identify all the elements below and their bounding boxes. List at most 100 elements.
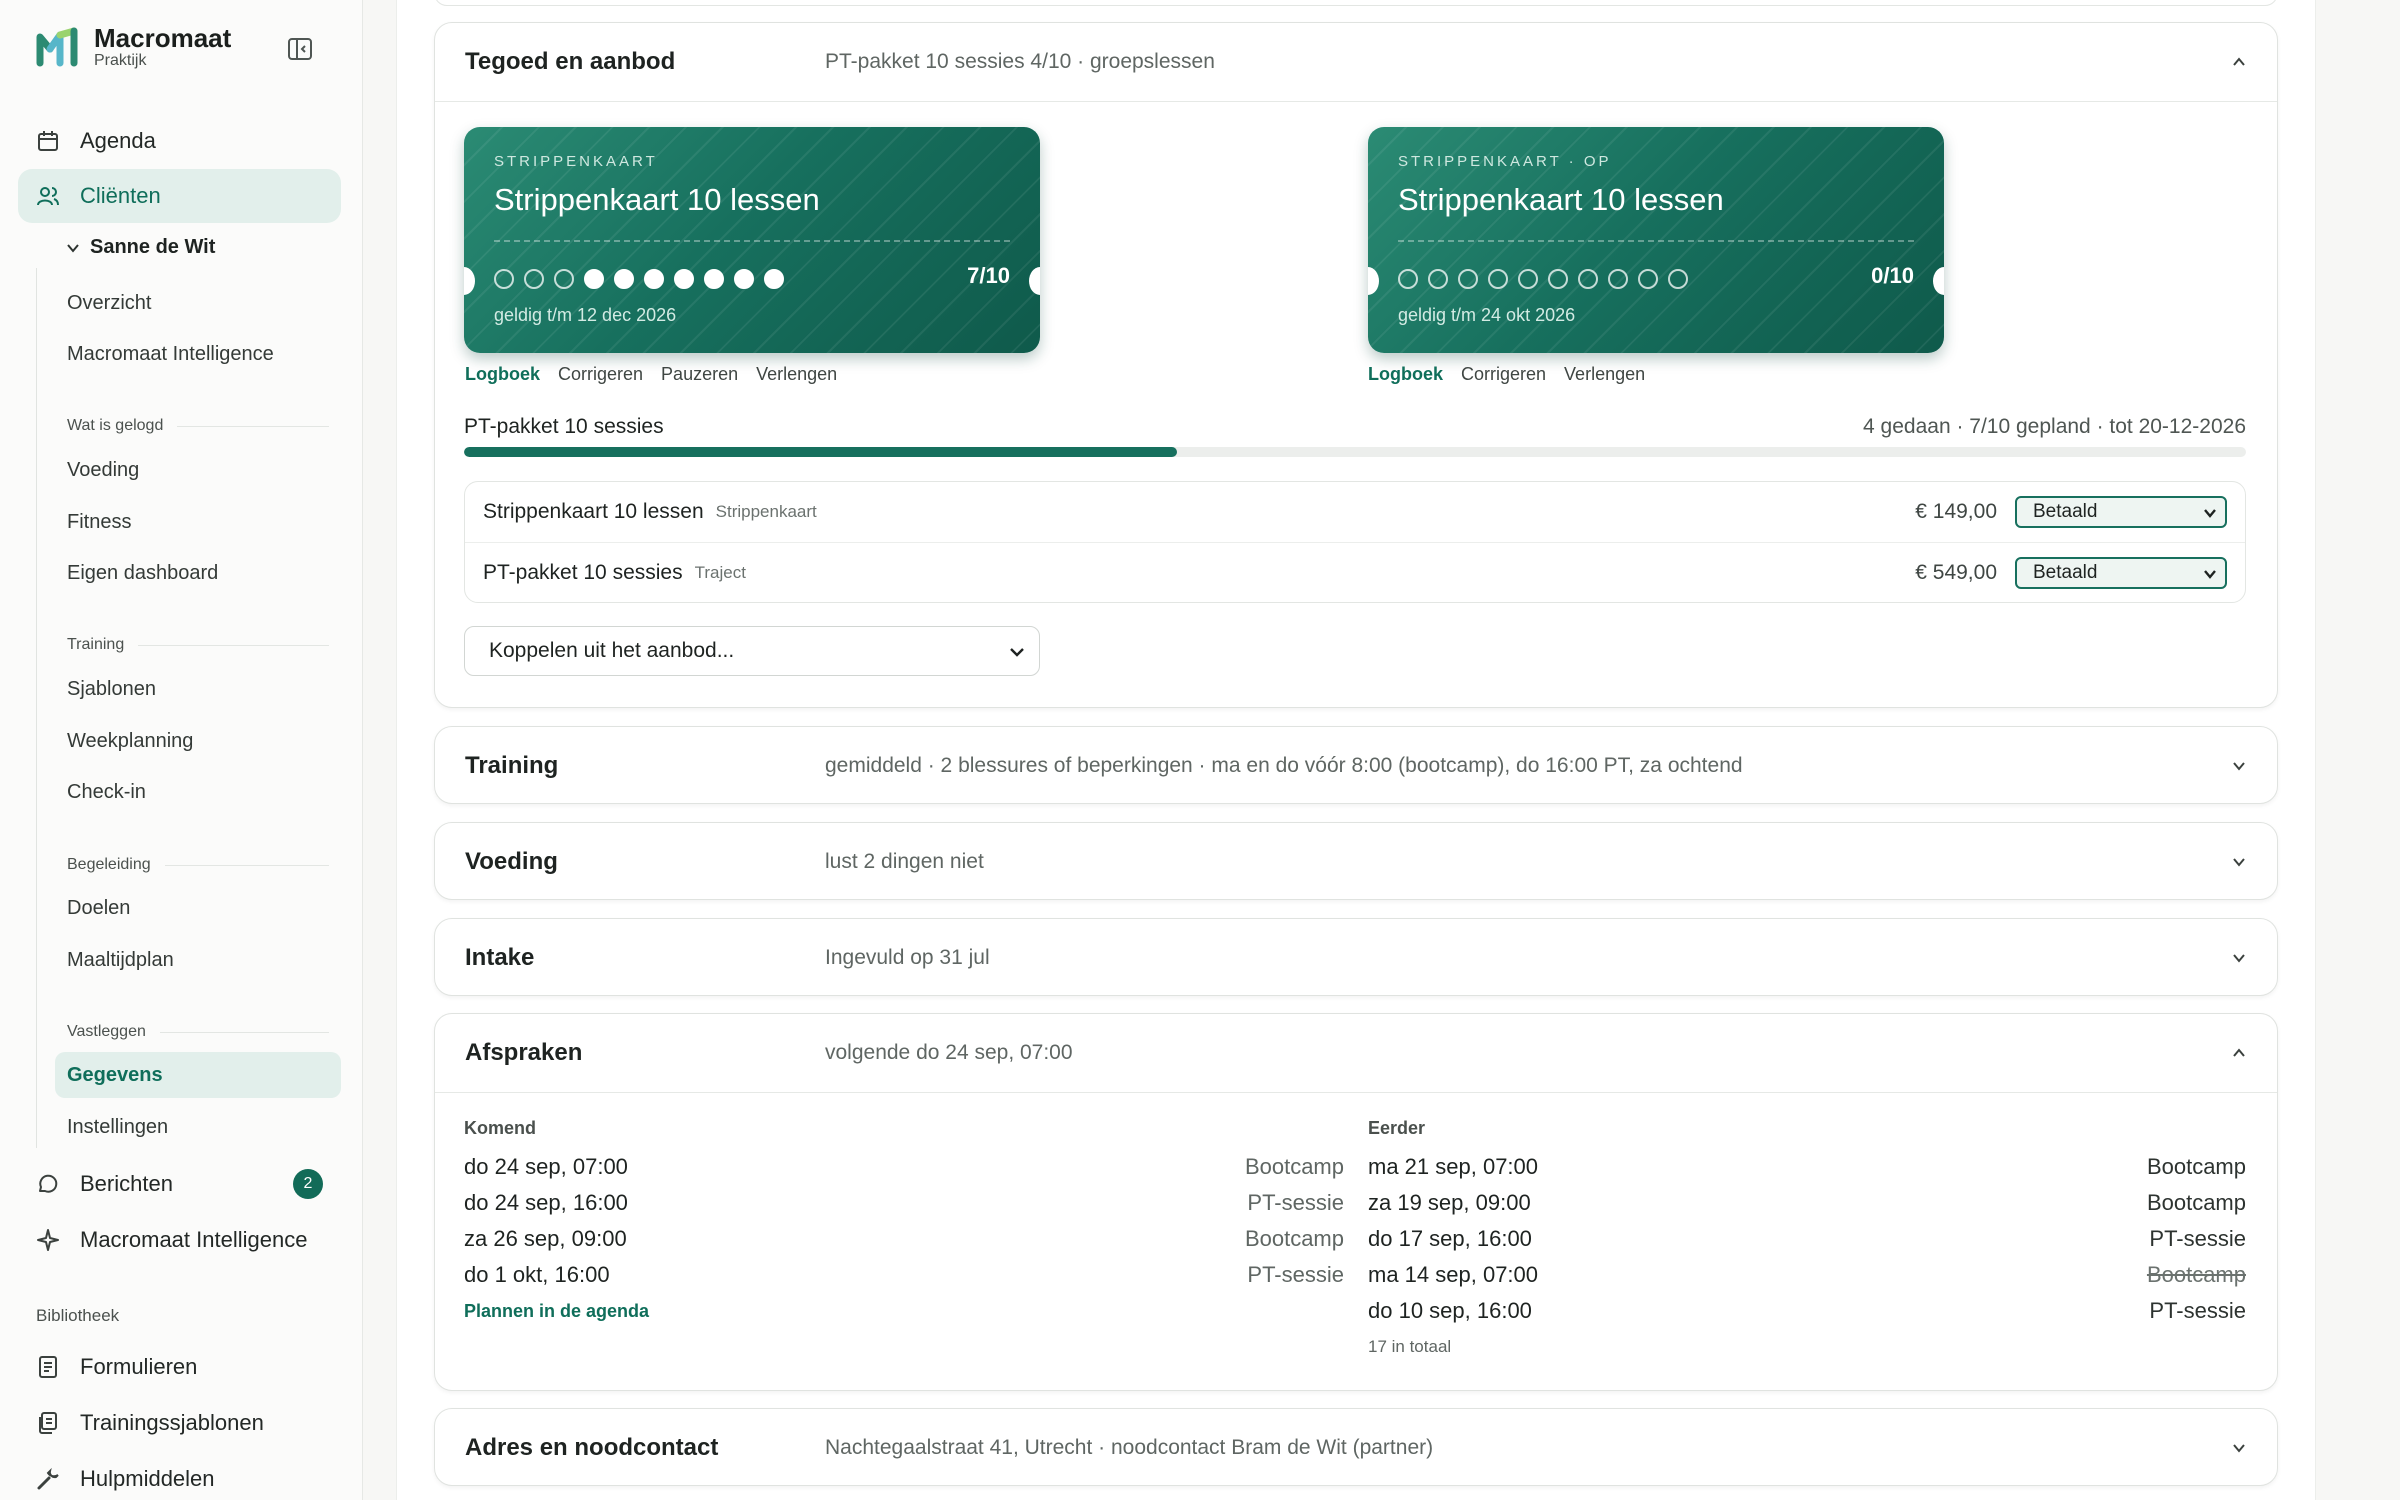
message-icon (39, 1174, 58, 1193)
corrigeren-link[interactable]: Corrigeren (1461, 364, 1546, 385)
payment-status-select[interactable]: Betaald (2015, 556, 2227, 589)
strippenkaart-card[interactable]: STRIPPENKAART Strippenkaart 10 lessen 7/… (464, 127, 1040, 353)
chevron-up-icon[interactable] (2231, 54, 2247, 70)
past-list: ma 21 sep, 07:00 Bootcamp za 19 sep, 09:00… (1368, 1149, 2246, 1329)
verlengen-link[interactable]: Verlengen (756, 364, 837, 385)
panel-afspraken-title: Afspraken (465, 1039, 583, 1066)
order-lines: Strippenkaart 10 lessen Strippenkaart € … (464, 481, 2246, 603)
users-icon (37, 187, 59, 206)
sidebar-item-doelen[interactable]: Doelen (55, 885, 341, 931)
chevron-down-icon[interactable] (2231, 1440, 2247, 1456)
appointment-date: za 19 sep, 09:00 (1368, 1190, 1531, 1215)
nav-intelligence[interactable]: Macromaat Intelligence (18, 1213, 341, 1267)
sidebar-item-weekplanning[interactable]: Weekplanning (55, 718, 341, 764)
punch-used (584, 269, 604, 289)
punch-open (524, 269, 544, 289)
group-label-logged-text: Wat is gelogd (67, 417, 164, 434)
order-line: Strippenkaart 10 lessen Strippenkaart € … (465, 482, 2245, 542)
verlengen-link[interactable]: Verlengen (1564, 364, 1645, 385)
chevron-down-icon[interactable] (2231, 950, 2247, 966)
group-label-logged: Wat is gelogd (67, 417, 329, 435)
panel-intake[interactable]: Intake Ingevuld op 31 jul (434, 918, 2278, 996)
punch-open (1428, 269, 1448, 289)
panel-intake-title: Intake (465, 944, 535, 971)
chevron-down-icon[interactable] (2231, 758, 2247, 774)
sidebar-item-gegevens[interactable]: Gegevens (55, 1052, 341, 1098)
appointment-date: do 24 sep, 07:00 (464, 1154, 628, 1179)
sidebar-item-fitness[interactable]: Fitness (55, 499, 341, 545)
appointments-total: 17 in totaal (1368, 1337, 1452, 1356)
sidebar-item-overview[interactable]: Overzicht (55, 280, 341, 326)
nav-trainingssjablonen-label: Trainingssjablonen (80, 1410, 264, 1435)
punch-open (1488, 269, 1508, 289)
sidebar-item-sjablonen[interactable]: Sjablonen (55, 666, 341, 712)
appointment-row[interactable]: ma 14 sep, 07:00 Bootcamp (1368, 1257, 2246, 1293)
panel-training-header[interactable]: Training gemiddeld · 2 blessures of bepe… (435, 727, 2277, 805)
nav-clients[interactable]: Cliënten (18, 169, 341, 223)
chevron-down-icon (67, 243, 79, 253)
appointment-row[interactable]: do 17 sep, 16:00 PT-sessie (1368, 1221, 2246, 1257)
logboek-link[interactable]: Logboek (465, 364, 540, 385)
panel-adres-title: Adres en noodcontact (465, 1434, 719, 1461)
appointment-row[interactable]: ma 21 sep, 07:00 Bootcamp (1368, 1149, 2246, 1185)
upcoming-list: do 24 sep, 07:00 Bootcamp do 24 sep, 16:00… (464, 1149, 1344, 1293)
nav-formulieren[interactable]: Formulieren (18, 1340, 341, 1394)
nav-agenda[interactable]: Agenda (18, 114, 341, 168)
package-name: PT-pakket 10 sessies (464, 415, 664, 438)
ticket-punches (494, 269, 784, 289)
panel-intake-header[interactable]: Intake Ingevuld op 31 jul (435, 919, 2277, 997)
appointment-row[interactable]: do 24 sep, 07:00 Bootcamp (464, 1149, 1344, 1185)
nav-intelligence-label: Macromaat Intelligence (80, 1227, 308, 1252)
corrigeren-link[interactable]: Corrigeren (558, 364, 643, 385)
appointment-date: do 17 sep, 16:00 (1368, 1226, 1532, 1251)
panel-afspraken-header[interactable]: Afspraken volgende do 24 sep, 07:00 (435, 1014, 2277, 1092)
panel-voeding[interactable]: Voeding lust 2 dingen niet (434, 822, 2278, 900)
brand[interactable]: Macromaat Praktijk (36, 24, 231, 70)
chevron-up-icon[interactable] (2231, 1045, 2247, 1061)
order-line-name: PT-pakket 10 sessies (483, 560, 683, 584)
nav-trainingssjablonen[interactable]: Trainingssjablonen (18, 1396, 341, 1450)
group-label-guidance: Begeleiding (67, 856, 329, 874)
template-icon (39, 1412, 57, 1434)
nav-berichten[interactable]: Berichten 2 (18, 1157, 341, 1211)
appointment-row[interactable]: do 10 sep, 16:00 PT-sessie (1368, 1293, 2246, 1329)
appointment-row[interactable]: za 19 sep, 09:00 Bootcamp (1368, 1185, 2246, 1221)
appointment-row[interactable]: do 24 sep, 16:00 PT-sessie (464, 1185, 1344, 1221)
ticket-kicker: STRIPPENKAART · OP (1398, 153, 1612, 170)
punch-used (644, 269, 664, 289)
sidebar-collapse-icon[interactable] (287, 37, 313, 61)
panel-adres-header[interactable]: Adres en noodcontact Nachtegaalstraat 41… (435, 1409, 2277, 1487)
app-subtitle: Praktijk (94, 52, 147, 69)
appointment-row[interactable]: do 1 okt, 16:00 PT-sessie (464, 1257, 1344, 1293)
panel-voeding-header[interactable]: Voeding lust 2 dingen niet (435, 823, 2277, 901)
chevron-down-icon[interactable] (2231, 854, 2247, 870)
sidebar-item-maaltijdplan[interactable]: Maaltijdplan (55, 937, 341, 983)
plan-in-agenda-link[interactable]: Plannen in de agenda (464, 1301, 1344, 1322)
sidebar-item-instellingen[interactable]: Instellingen (55, 1104, 341, 1150)
chevron-down-icon (2204, 569, 2216, 579)
sidebar-item-intelligence[interactable]: Macromaat Intelligence (55, 331, 341, 377)
sidebar-item-checkin[interactable]: Check-in (55, 769, 341, 815)
sidebar: Macromaat Praktijk Agenda Cliënten Sanne… (0, 0, 363, 1500)
ticket-punches (1398, 269, 1688, 289)
upcoming-label: Komend (464, 1118, 536, 1138)
appointment-row[interactable]: za 26 sep, 09:00 Bootcamp (464, 1221, 1344, 1257)
payment-status-select[interactable]: Betaald (2015, 496, 2227, 528)
strippenkaart-card-used-up[interactable]: STRIPPENKAART · OP Strippenkaart 10 less… (1368, 127, 1944, 353)
pauzeren-link[interactable]: Pauzeren (661, 364, 738, 385)
sidebar-item-dashboard[interactable]: Eigen dashboard (55, 550, 341, 596)
client-toggle[interactable]: Sanne de Wit (66, 236, 215, 259)
panel-adres[interactable]: Adres en noodcontact Nachtegaalstraat 41… (434, 1408, 2278, 1486)
link-offer-select[interactable]: Koppelen uit het aanbod... (464, 626, 1040, 676)
logboek-link[interactable]: Logboek (1368, 364, 1443, 385)
nav-hulpmiddelen[interactable]: Hulpmiddelen (18, 1452, 341, 1500)
macromaat-logo-icon (36, 27, 78, 67)
punch-open (1608, 269, 1628, 289)
sidebar-item-voeding[interactable]: Voeding (55, 447, 341, 493)
panel-training[interactable]: Training gemiddeld · 2 blessures of bepe… (434, 726, 2278, 804)
previous-panel-edge (434, 0, 2278, 6)
package-progress-bar (464, 447, 2246, 457)
panel-tegoed-header[interactable]: Tegoed en aanbod PT-pakket 10 sessies 4/… (435, 23, 2277, 101)
punch-open (1668, 269, 1688, 289)
ticket-notch (464, 267, 475, 295)
